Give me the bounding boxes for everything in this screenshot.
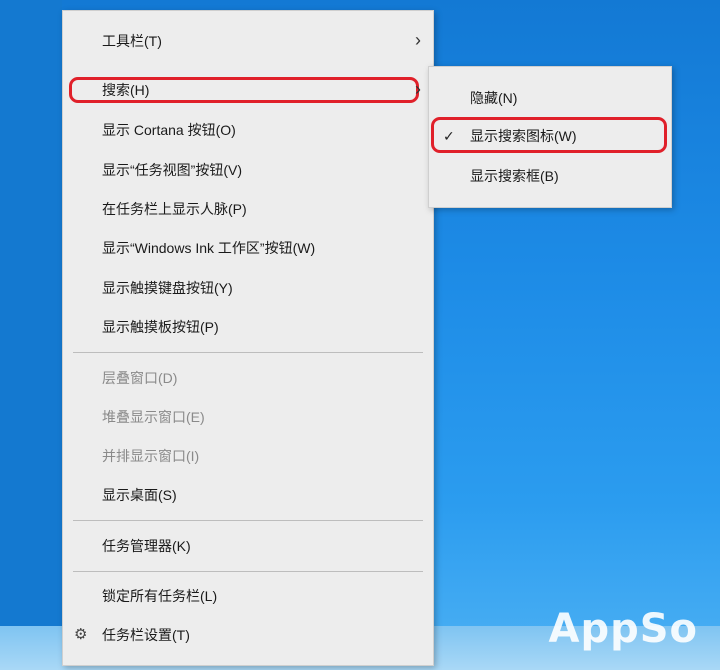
menu-item-show-people[interactable]: 在任务栏上显示人脉(P)	[63, 194, 433, 224]
menu-item-label: 层叠窗口(D)	[102, 370, 178, 386]
search-submenu: 隐藏(N) ✓ 显示搜索图标(W) 显示搜索框(B)	[428, 66, 672, 208]
menu-item-windows-ink[interactable]: 显示“Windows Ink 工作区”按钮(W)	[63, 233, 433, 263]
menu-item-show-task-view[interactable]: 显示“任务视图”按钮(V)	[63, 155, 433, 185]
submenu-item-label: 显示搜索框(B)	[470, 168, 559, 184]
submenu-item-show-search-box[interactable]: 显示搜索框(B)	[429, 161, 671, 191]
submenu-item-hidden[interactable]: 隐藏(N)	[429, 83, 671, 113]
checkmark-icon: ✓	[443, 128, 455, 144]
menu-item-side-by-side: 并排显示窗口(I)	[63, 441, 433, 471]
menu-separator	[73, 571, 423, 572]
chevron-right-icon: ›	[415, 30, 421, 50]
menu-item-taskbar-settings[interactable]: ⚙ 任务栏设置(T)	[63, 620, 433, 650]
menu-item-toolbars[interactable]: 工具栏(T) ›	[63, 26, 433, 56]
submenu-item-label: 显示搜索图标(W)	[470, 128, 577, 144]
menu-separator	[73, 352, 423, 353]
submenu-item-label: 隐藏(N)	[470, 90, 518, 106]
menu-item-label: 并排显示窗口(I)	[102, 448, 200, 464]
menu-item-label: 任务管理器(K)	[102, 538, 191, 554]
menu-item-label: 在任务栏上显示人脉(P)	[102, 201, 247, 217]
menu-item-label: 堆叠显示窗口(E)	[102, 409, 205, 425]
menu-item-show-desktop[interactable]: 显示桌面(S)	[63, 480, 433, 510]
menu-item-show-cortana[interactable]: 显示 Cortana 按钮(O)	[63, 115, 433, 145]
menu-item-lock-taskbars[interactable]: 锁定所有任务栏(L)	[63, 581, 433, 611]
menu-item-task-manager[interactable]: 任务管理器(K)	[63, 531, 433, 561]
menu-item-label: 搜索(H)	[102, 82, 150, 98]
menu-separator	[73, 520, 423, 521]
appso-watermark: AppSo	[548, 606, 698, 652]
menu-item-label: 显示桌面(S)	[102, 487, 177, 503]
menu-item-label: 显示 Cortana 按钮(O)	[102, 122, 236, 138]
menu-item-label: 任务栏设置(T)	[102, 627, 190, 643]
taskbar-context-menu: 工具栏(T) › 搜索(H) › 显示 Cortana 按钮(O) 显示“任务视…	[62, 10, 434, 666]
menu-item-label: 显示“Windows Ink 工作区”按钮(W)	[102, 240, 316, 256]
desktop-background-left	[0, 0, 62, 670]
submenu-item-show-search-icon[interactable]: ✓ 显示搜索图标(W)	[429, 121, 671, 151]
menu-item-label: 显示触摸板按钮(P)	[102, 319, 219, 335]
menu-item-cascade-windows: 层叠窗口(D)	[63, 363, 433, 393]
menu-item-label: 显示“任务视图”按钮(V)	[102, 162, 242, 178]
menu-item-label: 锁定所有任务栏(L)	[102, 588, 218, 604]
menu-item-stack-windows: 堆叠显示窗口(E)	[63, 402, 433, 432]
menu-item-search[interactable]: 搜索(H) ›	[63, 75, 433, 105]
menu-item-label: 显示触摸键盘按钮(Y)	[102, 280, 233, 296]
menu-item-label: 工具栏(T)	[102, 33, 162, 49]
menu-item-touchpad[interactable]: 显示触摸板按钮(P)	[63, 312, 433, 342]
menu-item-touch-keyboard[interactable]: 显示触摸键盘按钮(Y)	[63, 273, 433, 303]
gear-icon: ⚙	[74, 626, 88, 643]
chevron-right-icon: ›	[415, 79, 421, 99]
